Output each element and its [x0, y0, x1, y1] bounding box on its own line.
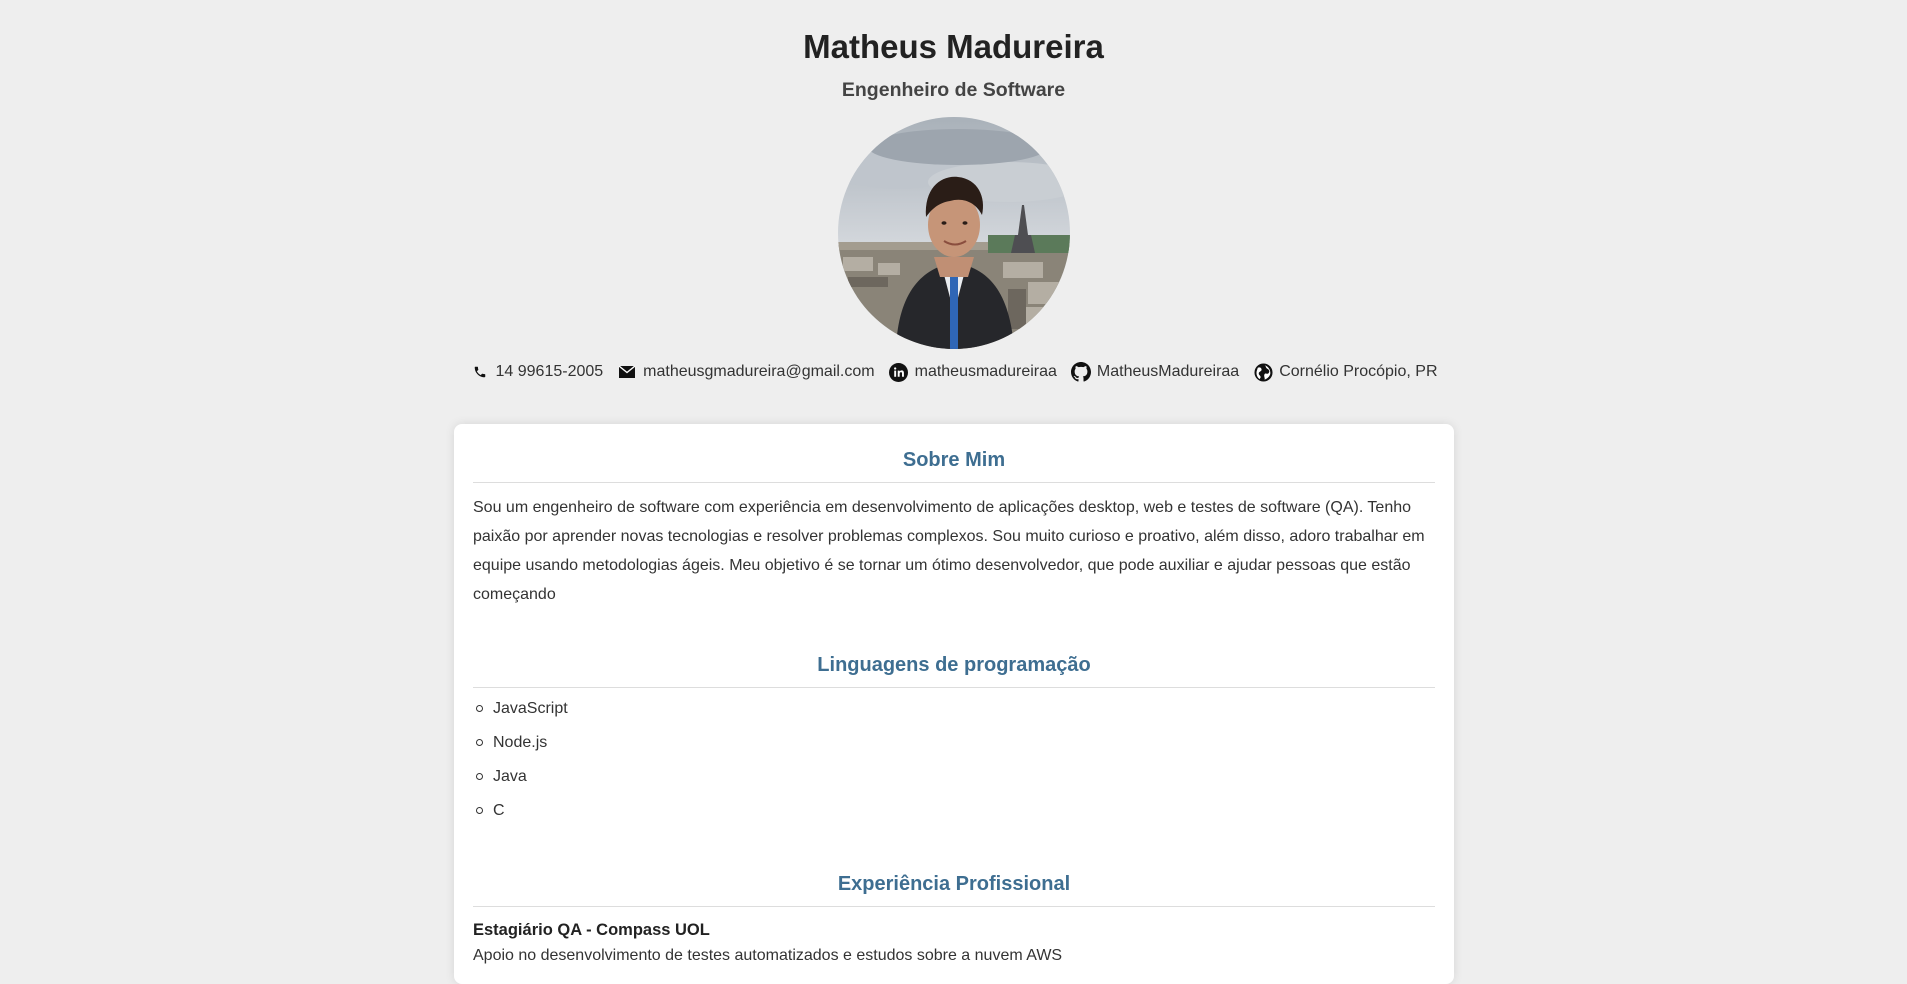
phone-text: 14 99615-2005	[495, 363, 604, 380]
job-title: Estagiário QA - Compass UOL	[473, 921, 710, 939]
languages-title: Linguagens de programação	[473, 653, 1435, 688]
phone-icon	[470, 362, 490, 382]
about-title: Sobre Mim	[473, 448, 1435, 483]
contact-github[interactable]: MatheusMadureiraa	[1070, 362, 1240, 382]
contact-phone[interactable]: 14 99615-2005	[470, 362, 604, 382]
list-item: JavaScript	[476, 698, 1435, 732]
contact-linkedin[interactable]: matheusmadureiraa	[889, 362, 1057, 382]
avatar	[837, 117, 1070, 349]
bullet-icon	[476, 739, 483, 746]
bullet-icon	[476, 773, 483, 780]
about-text: Sou um engenheiro de software com experi…	[473, 499, 1425, 603]
profile-name: Matheus Madureira	[803, 28, 1104, 65]
bullet-icon	[476, 705, 483, 712]
github-icon	[1070, 362, 1091, 382]
contact-location[interactable]: Cornélio Procópio, PR	[1253, 362, 1438, 382]
profile-header: Matheus Madureira Engenheiro de Software	[0, 0, 1907, 383]
about-section: Sobre Mim Sou um engenheiro de software …	[473, 424, 1435, 609]
job-description: Apoio no desenvolvimento de testes autom…	[473, 947, 1063, 964]
list-item: Node.js	[476, 732, 1435, 766]
languages-section: Linguagens de programação JavaScript Nod…	[473, 609, 1435, 834]
linkedin-text: matheusmadureiraa	[914, 363, 1057, 380]
envelope-icon	[617, 362, 637, 382]
list-item: C	[476, 800, 1435, 834]
languages-list: JavaScript Node.js Java C	[473, 698, 1435, 834]
location-text: Cornélio Procópio, PR	[1279, 363, 1438, 380]
avatar-photo	[837, 117, 1070, 349]
linkedin-icon	[889, 362, 909, 382]
contact-bar: 14 99615-2005 matheusgmadureira@gmail.co…	[0, 361, 1907, 383]
profile-role: Engenheiro de Software	[841, 79, 1066, 101]
list-item: Java	[476, 766, 1435, 800]
contact-email[interactable]: matheusgmadureira@gmail.com	[617, 362, 875, 382]
experience-section: Experiência Profissional Estagiário QA -…	[473, 834, 1435, 967]
experience-title: Experiência Profissional	[473, 872, 1435, 907]
email-text: matheusgmadureira@gmail.com	[643, 363, 875, 380]
globe-icon	[1253, 362, 1273, 382]
github-text: MatheusMadureiraa	[1096, 363, 1240, 380]
resume-card: Sobre Mim Sou um engenheiro de software …	[454, 424, 1454, 984]
bullet-icon	[476, 807, 483, 814]
